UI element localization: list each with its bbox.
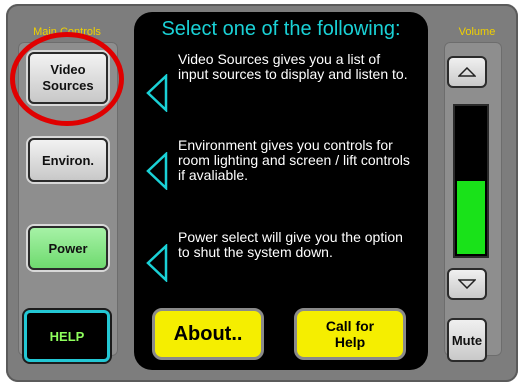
power-info: Power select will give you the option to… [178,229,403,260]
video-sources-label-line2: Sources [42,78,94,93]
call-for-help-label-line1: Call for [325,318,375,334]
volume-title: Volume [458,26,496,38]
volume-up-button[interactable] [447,56,487,88]
help-info-panel: Select one of the following: Video Sourc… [134,12,428,370]
mute-label: Mute [451,332,483,348]
help-label: HELP [49,328,85,344]
volume-down-button[interactable] [447,268,487,300]
video-sources-info: Video Sources gives you a list of input … [178,51,408,82]
instruction-title: Select one of the following: [161,18,401,40]
about-label: About.. [173,322,243,345]
call-for-help-label-line2: Help [334,334,366,350]
volume-level-bar [457,181,485,254]
volume-meter [453,104,489,258]
video-sources-button[interactable]: Video Sources [28,52,108,104]
mute-button[interactable]: Mute [447,318,487,362]
environ-label: Environ. [41,152,94,168]
triangle-up-icon [458,67,476,77]
help-button[interactable]: HELP [24,310,110,362]
power-button[interactable]: Power [28,226,108,270]
triangle-left-icon [146,74,168,112]
environment-info: Environment gives you controls for room … [178,137,410,183]
about-button[interactable]: About.. [152,308,264,360]
call-for-help-button[interactable]: Call for Help [294,308,406,360]
power-label: Power [48,240,88,256]
triangle-left-icon [146,152,168,190]
triangle-left-icon [146,244,168,282]
main-controls-title: Main Controls [33,26,101,38]
video-sources-label-line1: Video [50,62,86,77]
environ-button[interactable]: Environ. [28,138,108,182]
triangle-down-icon [458,279,476,289]
